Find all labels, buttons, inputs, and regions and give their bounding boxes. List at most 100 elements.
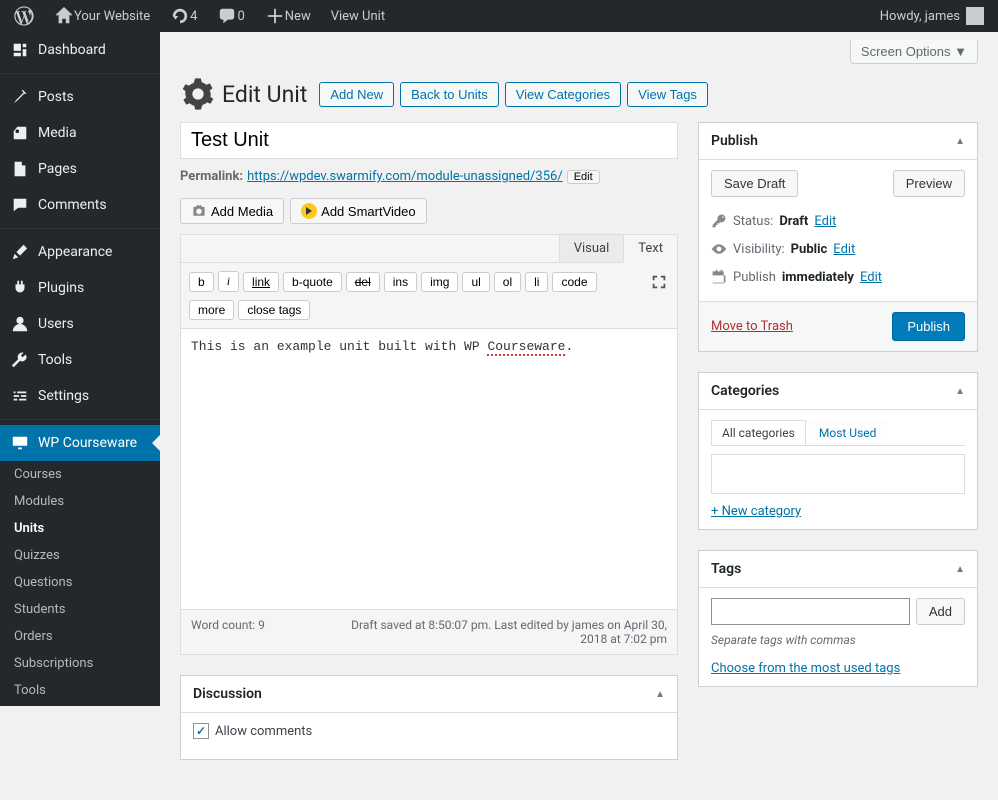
add-tag-button[interactable]: Add — [916, 598, 965, 625]
tab-visual[interactable]: Visual — [559, 235, 624, 262]
publish-actions: Move to Trash Publish — [699, 301, 977, 351]
menu-users[interactable]: Users — [0, 306, 160, 342]
save-draft-button[interactable]: Save Draft — [711, 170, 798, 197]
submenu-subscriptions[interactable]: Subscriptions — [0, 650, 160, 677]
permalink-edit-button[interactable]: Edit — [567, 170, 600, 184]
qt-link[interactable]: link — [243, 272, 279, 292]
chevron-up-icon[interactable]: ▲ — [955, 564, 965, 575]
fullscreen-icon[interactable] — [649, 272, 669, 292]
schedule-edit-link[interactable]: Edit — [860, 270, 882, 285]
screen-options-bar: Screen Options ▼ — [160, 32, 998, 64]
page-icon — [10, 159, 30, 179]
choose-tags-link[interactable]: Choose from the most used tags — [711, 661, 900, 676]
updates-menu[interactable]: 4 — [162, 0, 205, 32]
account-menu[interactable]: Howdy, james — [872, 0, 992, 32]
qt-bold[interactable]: b — [189, 272, 214, 292]
submenu-modules[interactable]: Modules — [0, 488, 160, 515]
publish-header[interactable]: Publish ▲ — [699, 123, 977, 160]
move-to-trash-link[interactable]: Move to Trash — [711, 319, 793, 334]
add-new-button[interactable]: Add New — [319, 82, 394, 107]
update-icon — [170, 6, 190, 26]
qt-ul[interactable]: ul — [462, 272, 489, 292]
quicktags-toolbar: b i link b-quote del ins img ul ol li co… — [181, 263, 677, 329]
back-to-units-button[interactable]: Back to Units — [400, 82, 499, 107]
submenu-quizzes[interactable]: Quizzes — [0, 542, 160, 569]
submenu-questions[interactable]: Questions — [0, 569, 160, 596]
menu-media[interactable]: Media — [0, 115, 160, 151]
pin-icon — [10, 87, 30, 107]
menu-appearance[interactable]: Appearance — [0, 234, 160, 270]
qt-code[interactable]: code — [552, 272, 596, 292]
chevron-up-icon[interactable]: ▲ — [655, 689, 665, 700]
menu-posts[interactable]: Posts — [0, 79, 160, 115]
tags-header[interactable]: Tags ▲ — [699, 551, 977, 588]
menu-tools[interactable]: Tools — [0, 342, 160, 378]
submenu-units[interactable]: Units — [0, 515, 160, 542]
wrench-icon — [10, 350, 30, 370]
editor-box: Visual Text b i link b-quote del ins img… — [180, 234, 678, 655]
user-icon — [10, 314, 30, 334]
tab-most-used[interactable]: Most Used — [808, 420, 888, 445]
menu-settings[interactable]: Settings — [0, 378, 160, 414]
new-content-menu[interactable]: New — [257, 0, 319, 32]
chevron-up-icon[interactable]: ▲ — [955, 386, 965, 397]
qt-more[interactable]: more — [189, 300, 234, 320]
menu-plugins[interactable]: Plugins — [0, 270, 160, 306]
camera-icon — [191, 203, 207, 219]
visibility-row: Visibility: Public Edit — [711, 235, 965, 263]
allow-comments-checkbox[interactable]: Allow comments — [193, 723, 665, 739]
publish-metabox: Publish ▲ Save Draft Preview Status: Dra… — [698, 122, 978, 352]
view-tags-button[interactable]: View Tags — [627, 82, 708, 107]
comments-menu[interactable]: 0 — [209, 0, 252, 32]
dashboard-icon — [10, 40, 30, 60]
plus-icon — [265, 6, 285, 26]
qt-del[interactable]: del — [346, 272, 380, 292]
home-icon — [54, 6, 74, 26]
menu-pages[interactable]: Pages — [0, 151, 160, 187]
publish-button[interactable]: Publish — [892, 312, 965, 341]
submenu-orders[interactable]: Orders — [0, 623, 160, 650]
screen-options-button[interactable]: Screen Options ▼ — [850, 40, 978, 64]
chevron-up-icon[interactable]: ▲ — [955, 136, 965, 147]
submenu-students[interactable]: Students — [0, 596, 160, 623]
site-name-menu[interactable]: Your Website — [46, 0, 158, 32]
view-unit-link[interactable]: View Unit — [323, 0, 393, 32]
qt-li[interactable]: li — [525, 272, 548, 292]
word-count: Word count: 9 — [191, 618, 265, 646]
editor-textarea[interactable]: This is an example unit built with WP Co… — [181, 329, 677, 609]
page-header: Edit Unit Add New Back to Units View Cat… — [160, 64, 998, 122]
menu-dashboard[interactable]: Dashboard — [0, 32, 160, 68]
qt-italic[interactable]: i — [218, 271, 239, 292]
visibility-edit-link[interactable]: Edit — [833, 242, 855, 257]
preview-button[interactable]: Preview — [893, 170, 965, 197]
qt-bquote[interactable]: b-quote — [283, 272, 342, 292]
add-new-category-link[interactable]: + New category — [711, 504, 801, 519]
title-input[interactable] — [180, 122, 678, 159]
status-edit-link[interactable]: Edit — [814, 214, 836, 229]
tags-body: Add Separate tags with commas Choose fro… — [699, 588, 977, 686]
add-media-button[interactable]: Add Media — [180, 198, 284, 224]
discussion-header[interactable]: Discussion ▲ — [181, 676, 677, 713]
qt-ins[interactable]: ins — [384, 272, 417, 292]
tags-input[interactable] — [711, 598, 910, 625]
permalink-url[interactable]: https://wpdev.swarmify.com/module-unassi… — [247, 169, 563, 184]
add-smartvideo-button[interactable]: Add SmartVideo — [290, 198, 426, 224]
view-categories-button[interactable]: View Categories — [505, 82, 621, 107]
tab-text[interactable]: Text — [623, 235, 677, 263]
sliders-icon — [10, 386, 30, 406]
category-panel[interactable] — [711, 454, 965, 494]
content-main: Permalink: https://wpdev.swarmify.com/mo… — [180, 122, 678, 780]
wp-logo-menu[interactable] — [6, 0, 42, 32]
menu-wp-courseware[interactable]: WP Courseware — [0, 425, 160, 461]
categories-header[interactable]: Categories ▲ — [699, 373, 977, 410]
tab-all-categories[interactable]: All categories — [711, 420, 806, 445]
submenu-tools[interactable]: Tools — [0, 677, 160, 704]
qt-img[interactable]: img — [421, 272, 458, 292]
submenu-courses[interactable]: Courses — [0, 461, 160, 488]
qt-close-tags[interactable]: close tags — [238, 300, 310, 320]
avatar — [966, 7, 984, 25]
categories-body: All categories Most Used + New category — [699, 410, 977, 529]
qt-ol[interactable]: ol — [494, 272, 521, 292]
menu-comments[interactable]: Comments — [0, 187, 160, 223]
play-icon — [301, 203, 317, 219]
